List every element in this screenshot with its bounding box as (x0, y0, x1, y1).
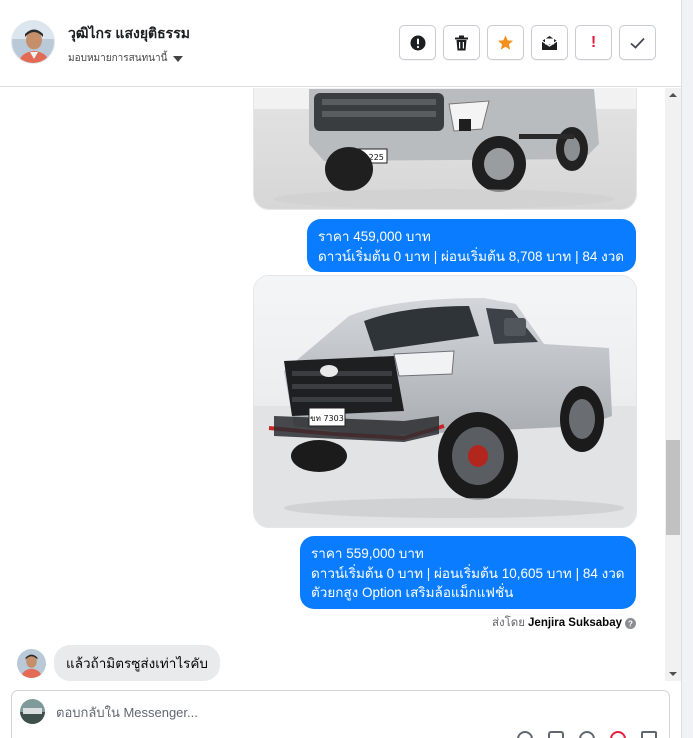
send-icon[interactable] (641, 731, 657, 738)
sent-by-label: ส่งโดย Jenjira Suksabay ? (492, 614, 637, 632)
contact-avatar-small[interactable] (17, 649, 46, 678)
attachment-icon[interactable] (517, 731, 533, 738)
conversation-header: วุฒิไกร แสงยุติธรรม มอบหมายการสนทนานี้ ! (0, 0, 681, 87)
outgoing-message[interactable]: ราคา 559,000 บาท ดาวน์เริ่มต้น 0 บาท | ผ… (300, 536, 636, 609)
truck-photo-2: ขท 7303 (254, 276, 636, 527)
sent-by-prefix: ส่งโดย (492, 617, 526, 629)
license-plate-text: ขท 7303 (310, 414, 344, 423)
svg-text:?: ? (628, 619, 633, 628)
star-button[interactable] (487, 25, 524, 60)
report-icon (410, 35, 425, 50)
mark-unread-button[interactable] (531, 25, 568, 60)
emoji-icon[interactable] (579, 731, 595, 738)
composer-tools (517, 731, 657, 738)
conversation-toolbar: ! (399, 25, 656, 60)
mark-done-button[interactable] (619, 25, 656, 60)
star-icon (497, 34, 514, 50)
image-icon[interactable] (548, 731, 564, 738)
report-button[interactable] (399, 25, 436, 60)
page-avatar (20, 699, 45, 724)
mark-unread-icon (541, 35, 558, 50)
messenger-conversation-panel: วุฒิไกร แสงยุติธรรม มอบหมายการสนทนานี้ !… (0, 0, 693, 738)
scroll-thumb[interactable] (666, 440, 680, 535)
contact-name: วุฒิไกร แสงยุติธรรม (68, 25, 190, 41)
info-icon[interactable]: ? (625, 617, 637, 629)
message-line: ดาวน์เริ่มต้น 0 บาท | ผ่อนเริ่มต้น 8,708… (318, 248, 625, 264)
message-line: ตัวยกสูง Option เสริมล้อแม็กแฟชั่น (311, 585, 514, 600)
reply-composer (11, 690, 670, 738)
message-line: ดาวน์เริ่มต้น 0 บาท | ผ่อนเริ่มต้น 10,60… (311, 565, 625, 581)
reply-input[interactable] (56, 705, 616, 720)
assign-conversation-dropdown[interactable]: มอบหมายการสนทนานี้ (68, 51, 184, 66)
gif-icon[interactable] (610, 731, 626, 738)
message-photo[interactable]: ยร 225 (253, 88, 637, 210)
truck-photo-1: ยร 225 (254, 88, 636, 209)
sent-by-name: Jenjira Suksabay (528, 617, 623, 629)
contact-avatar[interactable] (11, 20, 55, 64)
message-scrollbar[interactable] (665, 88, 681, 681)
delete-button[interactable] (443, 25, 480, 60)
assign-label: มอบหมายการสนทนานี้ (68, 53, 168, 64)
spam-icon: ! (590, 33, 597, 51)
scroll-down-arrow-icon[interactable] (665, 667, 681, 681)
message-list: ยร 225 ราคา 459,000 บาท ดาวน์เริ่มต้น 0 … (0, 88, 681, 681)
message-line: ราคา 559,000 บาท (311, 546, 424, 561)
incoming-message[interactable]: แล้วถ้ามิตรซูส่งเท่าไรคับ (54, 645, 220, 681)
caret-down-icon (173, 55, 184, 62)
message-line: ราคา 459,000 บาท (318, 229, 431, 244)
scroll-up-arrow-icon[interactable] (665, 88, 681, 102)
message-photo[interactable]: ขท 7303 (253, 275, 637, 528)
outgoing-message[interactable]: ราคา 459,000 บาท ดาวน์เริ่มต้น 0 บาท | ผ… (307, 219, 636, 272)
spam-button[interactable]: ! (575, 25, 612, 60)
done-check-icon (630, 37, 645, 49)
panel-edge (681, 0, 693, 738)
trash-icon (455, 35, 468, 50)
